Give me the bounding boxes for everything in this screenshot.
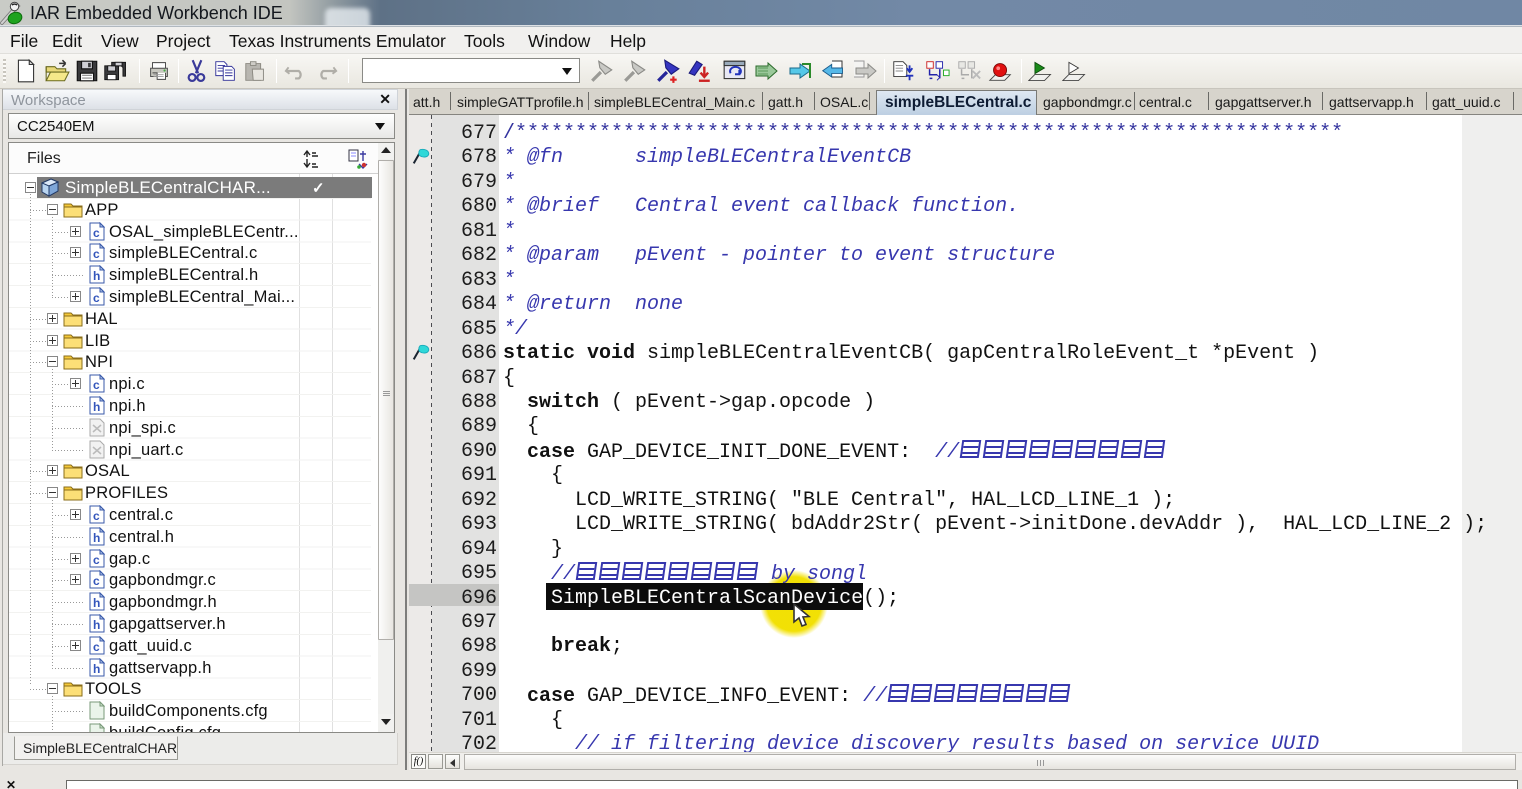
- svg-text:h: h: [93, 596, 101, 610]
- svg-text:h: h: [93, 400, 101, 414]
- svg-text:c: c: [93, 640, 100, 654]
- svg-text:c: c: [93, 553, 100, 567]
- svg-text:c: c: [93, 574, 100, 588]
- svg-text:h: h: [93, 618, 101, 632]
- svg-text:h: h: [93, 531, 101, 545]
- svg-text:h: h: [93, 269, 101, 283]
- svg-text:c: c: [93, 247, 100, 261]
- svg-text:c: c: [93, 291, 100, 305]
- svg-text:c: c: [93, 226, 100, 240]
- svg-text:c: c: [93, 509, 100, 523]
- svg-text:c: c: [93, 378, 100, 392]
- svg-text:h: h: [93, 662, 101, 676]
